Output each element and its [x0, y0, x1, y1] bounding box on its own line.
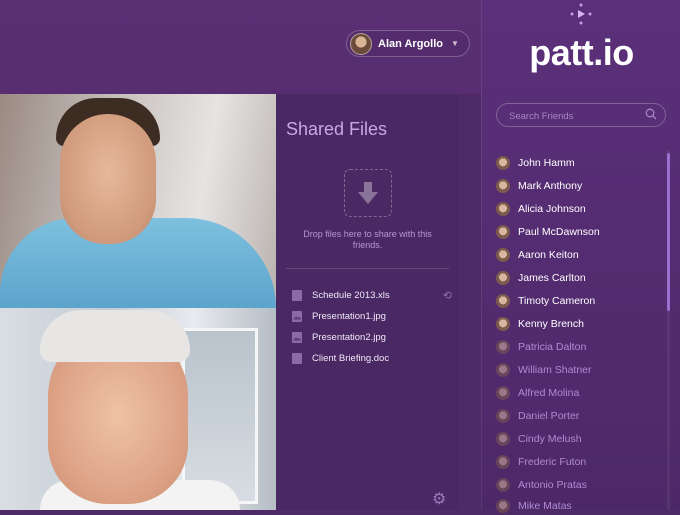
doc-icon	[292, 352, 302, 364]
friend-name: Timoty Cameron	[518, 295, 596, 307]
gear-icon[interactable]: ⚙	[432, 489, 446, 509]
file-item[interactable]: Client Briefing.doc	[292, 350, 452, 366]
friend-item[interactable]: John Hamm	[496, 154, 666, 172]
avatar	[496, 409, 510, 423]
friend-item[interactable]: Frederic Futon	[496, 453, 666, 471]
sync-icon[interactable]: ⟲	[443, 289, 452, 302]
avatar	[496, 340, 510, 354]
friend-item[interactable]: James Carlton	[496, 269, 666, 287]
file-item[interactable]: Presentation2.jpg	[292, 329, 452, 345]
friend-name: Cindy Melush	[518, 433, 582, 445]
friend-name: Aaron Keiton	[518, 249, 579, 261]
friend-name: Mark Anthony	[518, 180, 583, 192]
logo-icon	[570, 3, 592, 25]
person-hair	[40, 310, 190, 362]
friend-name: William Shatner	[518, 364, 592, 376]
friend-name: Frederic Futon	[518, 456, 587, 468]
avatar	[496, 271, 510, 285]
avatar	[496, 317, 510, 331]
avatar	[496, 156, 510, 170]
file-name: Presentation2.jpg	[312, 331, 386, 343]
file-name: Presentation1.jpg	[312, 310, 386, 322]
search-icon[interactable]	[645, 108, 657, 120]
search-input[interactable]	[507, 104, 646, 128]
avatar	[496, 179, 510, 193]
friend-name: Daniel Porter	[518, 410, 580, 422]
friend-item[interactable]: Daniel Porter	[496, 407, 666, 425]
drop-zone-text: Drop files here to share with this frien…	[303, 229, 432, 250]
main-area: Alan Argollo ▼ Shared Files Drop files h…	[0, 0, 481, 510]
download-arrow-icon	[358, 182, 378, 204]
scrollbar-thumb[interactable]	[667, 153, 670, 311]
avatar	[496, 455, 510, 469]
file-item[interactable]: Presentation1.jpg	[292, 308, 452, 324]
friend-item[interactable]: Timoty Cameron	[496, 292, 666, 310]
avatar	[496, 248, 510, 262]
avatar	[496, 294, 510, 308]
friend-item[interactable]: Kenny Brench	[496, 315, 666, 333]
shared-files-title: Shared Files	[286, 119, 388, 139]
friend-item[interactable]: Alicia Johnson	[496, 200, 666, 218]
friend-name: Mike Matas	[518, 500, 572, 512]
user-avatar	[350, 32, 372, 55]
friend-item[interactable]: Aaron Keiton	[496, 246, 666, 264]
app-logo: patt.io	[529, 32, 634, 73]
friend-name: Alicia Johnson	[518, 203, 586, 215]
divider	[286, 268, 449, 269]
friend-item[interactable]: Patricia Dalton	[496, 338, 666, 356]
user-name: Alan Argollo	[378, 37, 443, 50]
file-name: Client Briefing.doc	[312, 352, 390, 364]
image-icon	[292, 310, 302, 322]
file-drop-zone[interactable]	[344, 169, 392, 217]
avatar	[496, 386, 510, 400]
user-menu-button[interactable]: Alan Argollo ▼	[346, 30, 470, 57]
friend-name: Paul McDawnson	[518, 226, 600, 238]
avatar	[496, 225, 510, 239]
friend-item[interactable]: Alfred Molina	[496, 384, 666, 402]
avatar	[496, 478, 510, 492]
friend-item[interactable]: Antonio Pratas	[496, 476, 666, 494]
file-item[interactable]: Schedule 2013.xls ⟲	[292, 287, 452, 303]
file-name: Schedule 2013.xls	[312, 289, 390, 301]
background-window	[182, 328, 258, 504]
avatar	[496, 499, 510, 513]
friend-item[interactable]: Mike Matas	[496, 497, 666, 515]
friend-name: Alfred Molina	[518, 387, 580, 399]
search-box	[496, 103, 666, 128]
top-bar: Alan Argollo ▼	[0, 0, 481, 94]
avatar	[496, 202, 510, 216]
friend-item[interactable]: William Shatner	[496, 361, 666, 379]
friend-name: Patricia Dalton	[518, 341, 587, 353]
avatar	[496, 432, 510, 446]
friends-sidebar: patt.io John Hamm Mark Anthony Alicia Jo…	[481, 0, 680, 513]
friend-name: John Hamm	[518, 157, 575, 169]
panel-gap	[459, 94, 481, 510]
video-feed-local[interactable]	[0, 308, 276, 510]
avatar	[496, 363, 510, 377]
chevron-down-icon: ▼	[450, 39, 459, 48]
friend-name: James Carlton	[518, 272, 586, 284]
friend-item[interactable]: Paul McDawnson	[496, 223, 666, 241]
image-icon	[292, 331, 302, 343]
shared-files-panel: Shared Files Drop files here to share wi…	[276, 94, 459, 510]
friend-item[interactable]: Mark Anthony	[496, 177, 666, 195]
friend-name: Kenny Brench	[518, 318, 584, 330]
person-face	[60, 114, 156, 244]
friend-name: Antonio Pratas	[518, 479, 587, 491]
doc-icon	[292, 289, 302, 301]
friend-item[interactable]: Cindy Melush	[496, 430, 666, 448]
video-feed-remote[interactable]	[0, 94, 276, 308]
